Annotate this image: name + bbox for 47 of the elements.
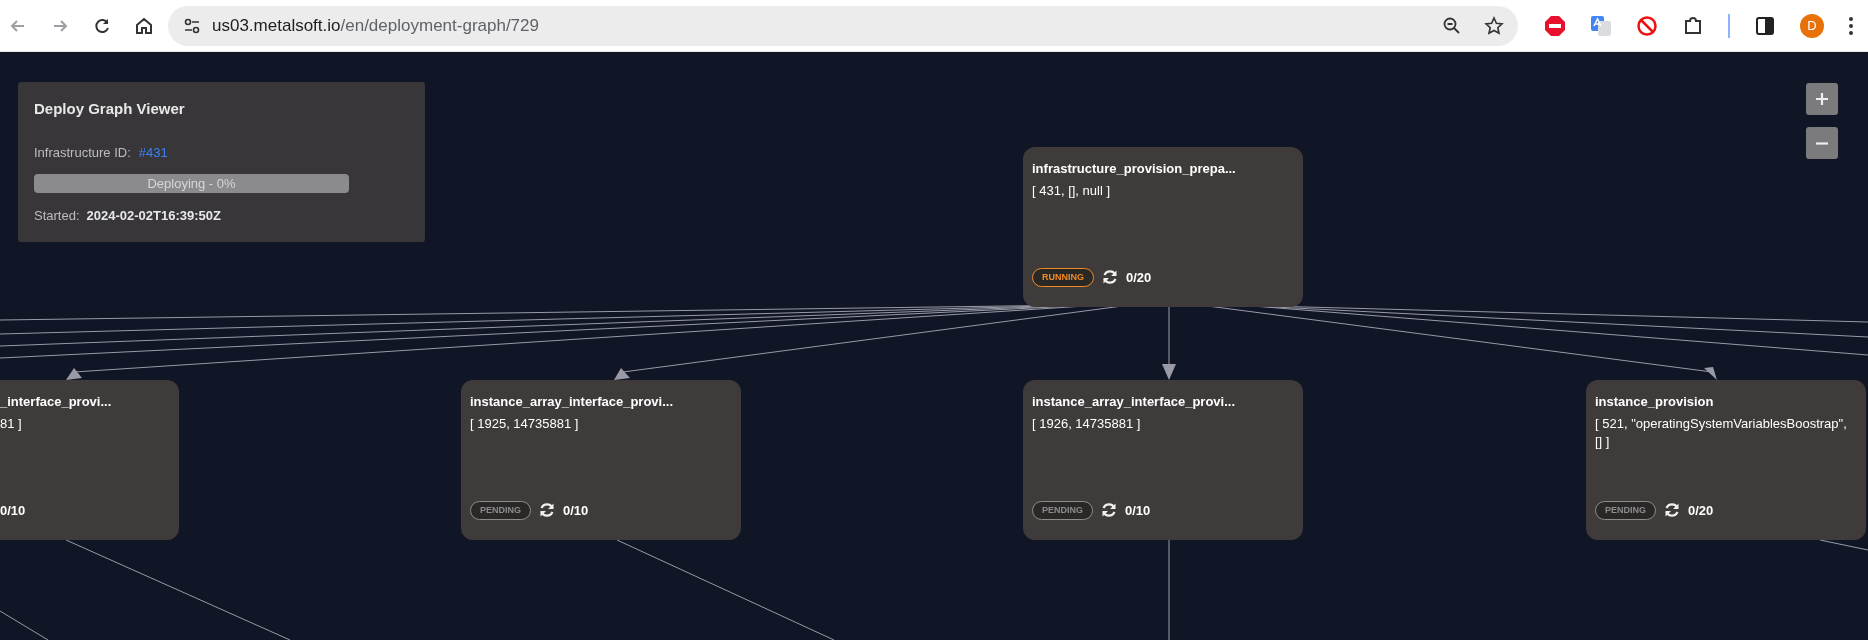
status-badge: PENDING xyxy=(1032,500,1093,520)
retry-count: 0/10 xyxy=(0,501,26,520)
retry-count: 0/20 xyxy=(1126,268,1152,287)
status-badge: PENDING xyxy=(470,500,531,520)
task-name: _interface_provi... xyxy=(0,393,113,411)
zoom-in-button[interactable] xyxy=(1806,83,1838,115)
panel-title: Deploy Graph Viewer xyxy=(34,99,186,119)
task-node[interactable]: infrastructure_provision_prepa... [ 431, [], null ] RUNNING 0/20 xyxy=(1023,147,1303,307)
task-name: instance_array_interface_provi... xyxy=(1032,393,1237,411)
task-arguments: [ 521, "operatingSystemVariablesBoostrap", [] ] xyxy=(1595,414,1848,451)
task-node[interactable]: _interface_provi... 81 ] 0/10 xyxy=(0,380,179,540)
task-node[interactable]: instance_array_interface_provi... [ 1926, 14735881 ] PENDING 0/10 xyxy=(1023,380,1303,540)
task-arguments: [ 1926, 14735881 ] xyxy=(1032,414,1142,433)
task-node[interactable]: instance_provision [ 521, "operatingSystemVariablesBoostrap", [] ] PENDING 0/20 xyxy=(1586,380,1866,540)
task-name: instance_provision xyxy=(1595,393,1715,411)
adblock-icon[interactable] xyxy=(1544,14,1566,37)
refresh-icon xyxy=(1101,502,1117,519)
task-arguments: [ 431, [], null ] xyxy=(1032,181,1112,200)
zoom-out-icon[interactable] xyxy=(1442,15,1462,36)
retry-count: 0/10 xyxy=(1125,501,1151,520)
menu-icon[interactable] xyxy=(1848,15,1854,36)
side-panel-icon[interactable] xyxy=(1754,14,1776,37)
extensions-icon[interactable] xyxy=(1682,14,1704,37)
retry-count: 0/20 xyxy=(1688,501,1714,520)
task-arguments: [ 1925, 14735881 ] xyxy=(470,414,580,433)
task-node[interactable]: instance_array_interface_provi... [ 1925, 14735881 ] PENDING 0/10 xyxy=(461,380,741,540)
field-label: Infrastructure ID: xyxy=(34,143,131,162)
started-time: 2024-02-02T16:39:50Z xyxy=(86,207,221,225)
status-badge: PENDING xyxy=(1595,500,1656,520)
retry-count: 0/10 xyxy=(563,501,589,520)
status-badge: RUNNING xyxy=(1032,267,1094,287)
task-arguments: 81 ] xyxy=(0,414,23,433)
address-bar[interactable]: us03.metalsoft.io/en/deployment-graph/729 xyxy=(168,5,1518,46)
block-icon[interactable] xyxy=(1636,14,1658,37)
refresh-icon xyxy=(1102,269,1118,286)
progress-label: Deploying - 0% xyxy=(146,175,237,193)
star-icon[interactable] xyxy=(1484,15,1504,36)
task-name: instance_array_interface_provi... xyxy=(470,393,675,411)
field-label: Started: xyxy=(34,207,80,225)
minus-icon xyxy=(1816,141,1828,145)
home-icon[interactable] xyxy=(134,15,154,36)
translate-icon[interactable] xyxy=(1590,14,1612,37)
plus-icon xyxy=(1816,93,1828,105)
refresh-icon xyxy=(1664,502,1680,519)
task-name: infrastructure_provision_prepa... xyxy=(1032,160,1237,178)
refresh-icon xyxy=(539,502,555,519)
url-text: us03.metalsoft.io/en/deployment-graph/729 xyxy=(212,14,539,37)
